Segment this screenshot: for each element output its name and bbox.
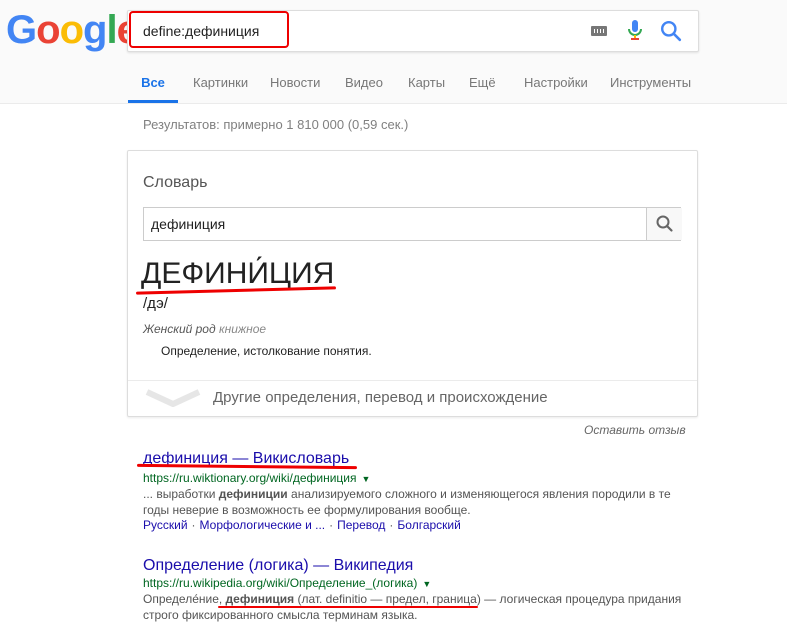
search-result: Определение (логика) — Википедия https:/… (143, 557, 703, 626)
pronunciation: /дэ/ (143, 295, 168, 312)
logo-letter: G (6, 8, 37, 52)
result-url-text: https://ru.wikipedia.org/wiki/Определени… (143, 576, 418, 590)
tab-maps[interactable]: Карты (408, 74, 445, 103)
keyboard-icon[interactable] (591, 26, 607, 36)
search-tabs: Все Картинки Новости Видео Карты Ещё Нас… (0, 74, 787, 103)
logo-letter: o (36, 8, 60, 52)
url-dropdown-icon[interactable]: ▼ (361, 474, 370, 484)
tab-images[interactable]: Картинки (193, 74, 248, 103)
snippet-text: ... выработки (143, 487, 219, 501)
tab-all[interactable]: Все (128, 74, 178, 103)
search-annotation-box (129, 11, 289, 48)
definition-text: Определение, истолкование понятия. (161, 344, 372, 358)
sitelink[interactable]: Болгарский (397, 518, 460, 532)
result-url: https://ru.wikipedia.org/wiki/Определени… (143, 576, 431, 590)
snippet-annotation-underline (218, 606, 478, 608)
search-icon[interactable] (660, 20, 682, 42)
headword: ДЕФИНИ́ЦИЯ (141, 257, 335, 290)
sitelink[interactable]: Морфологические и ... (200, 518, 326, 532)
tab-tools[interactable]: Инструменты (610, 74, 691, 103)
chevron-down-icon[interactable] (145, 386, 201, 410)
snippet-highlight: дефиниции (218, 487, 288, 501)
search-result: дефиниция — Викисловарь https://ru.wikti… (136, 450, 703, 540)
logo-letter: o (59, 8, 84, 52)
part-of-speech: Женский род книжное (143, 322, 266, 336)
tab-more[interactable]: Ещё (469, 74, 496, 103)
result-title-link[interactable]: Определение (логика) — Википедия (143, 557, 413, 575)
sitelink[interactable]: Русский (143, 518, 188, 532)
feedback-link[interactable]: Оставить отзыв (584, 423, 686, 437)
results-count: Результатов: примерно 1 810 000 (0,59 се… (143, 117, 409, 132)
result-sitelinks: Русский · Морфологические и ... · Перевод · Бо… (143, 518, 461, 532)
dictionary-search-field[interactable]: дефиниция (143, 207, 682, 241)
logo-letter: l (106, 8, 117, 52)
logo-letter: g (83, 8, 107, 52)
result-snippet: ... выработки дефиниции анализируемого с… (143, 486, 673, 518)
card-divider (128, 380, 697, 381)
url-dropdown-icon[interactable]: ▼ (422, 579, 431, 589)
search-icon (656, 215, 673, 232)
snippet-text: Определе́ние, (143, 592, 226, 606)
tab-video[interactable]: Видео (345, 74, 383, 103)
mic-icon[interactable] (625, 20, 645, 42)
tab-news[interactable]: Новости (270, 74, 320, 103)
dictionary-search-button[interactable] (646, 208, 682, 240)
sitelink[interactable]: Перевод (337, 518, 385, 532)
snippet-highlight: дефиниция (225, 592, 295, 606)
google-logo[interactable]: Google (6, 8, 139, 53)
dictionary-input-value[interactable]: дефиниция (151, 216, 225, 232)
dictionary-card: Словарь дефиниция ДЕФИНИ́ЦИЯ /дэ/ Женски… (127, 150, 698, 417)
more-definitions-link[interactable]: Другие определения, перевод и происхожде… (213, 389, 548, 406)
result-url-text: https://ru.wiktionary.org/wiki/дефиниция (143, 471, 357, 485)
result-url: https://ru.wiktionary.org/wiki/дефиниция… (143, 471, 370, 485)
register-label: книжное (218, 322, 267, 336)
tab-settings[interactable]: Настройки (524, 74, 588, 103)
dictionary-title: Словарь (143, 174, 208, 191)
gender-label: Женский род (143, 322, 216, 336)
